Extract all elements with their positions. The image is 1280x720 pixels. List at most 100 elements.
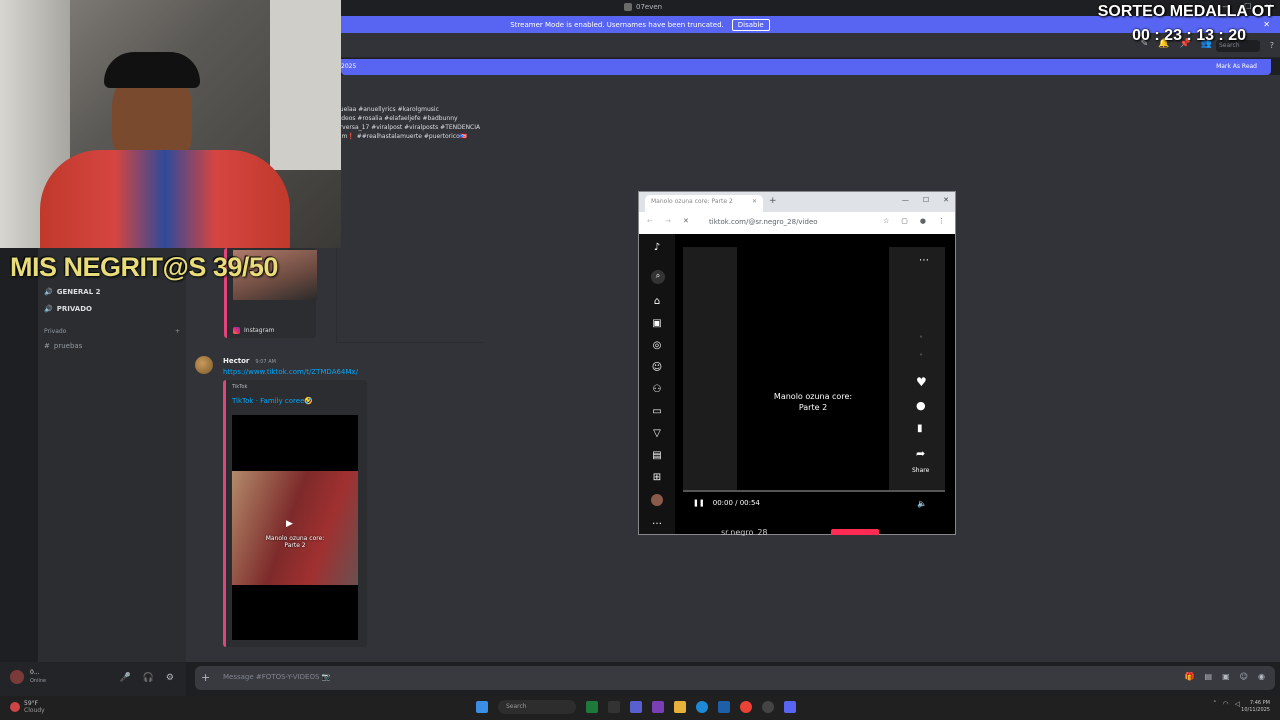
windows-taskbar: 59°F Cloudy Search ˄ ◠ ◁ 7:46 PM 10/11/2…	[0, 696, 1280, 720]
explore-icon[interactable]: ◎	[651, 340, 663, 352]
stop-icon[interactable]: ✕	[683, 217, 689, 225]
gif-icon[interactable]: ▤	[1205, 672, 1213, 681]
tab-close-icon[interactable]: ✕	[752, 198, 757, 209]
address-bar: ← → ✕ tiktok.com/@sr.negro_28/video ☆ ▢ …	[639, 212, 955, 234]
menu-icon[interactable]: ⋮	[938, 217, 945, 225]
back-icon[interactable]: ←	[647, 217, 653, 225]
follow-button[interactable]	[831, 529, 879, 535]
settings-gear-icon[interactable]: ⚙	[166, 673, 174, 683]
bookmark-icon[interactable]: ▮	[917, 423, 923, 434]
instagram-icon	[233, 327, 240, 334]
weather-widget[interactable]: 59°F Cloudy	[10, 700, 45, 714]
pause-icon[interactable]: ❚❚	[693, 499, 705, 507]
category-label: Privado	[44, 328, 67, 335]
embed-video[interactable]: ▶ Manolo ozuna core: Parte 2	[232, 415, 358, 640]
url-field[interactable]: tiktok.com/@sr.negro_28/video	[709, 218, 818, 226]
microphone-icon[interactable]: 🎤	[119, 673, 130, 683]
help-icon[interactable]: ?	[1270, 41, 1274, 50]
taskbar-search[interactable]: Search	[498, 700, 576, 714]
shop-icon[interactable]: ▣	[651, 318, 663, 330]
home-icon[interactable]: ⌂	[651, 296, 663, 308]
edge-icon[interactable]	[696, 701, 708, 713]
share-icon[interactable]: ➦	[916, 447, 925, 460]
text-channel-pruebas[interactable]: # pruebas	[44, 342, 82, 350]
speaker-tray-icon[interactable]: ◁	[1235, 700, 1240, 708]
upload-icon[interactable]: ⊞	[651, 472, 663, 484]
mark-as-read-button[interactable]: Mark As Read	[1216, 63, 1257, 70]
window-title-text: 07even	[636, 3, 663, 11]
profile-icon[interactable]: ●	[920, 217, 926, 225]
like-heart-icon[interactable]: ♥	[916, 375, 927, 389]
taskbar-clock[interactable]: 7:46 PM 10/11/2025	[1241, 700, 1270, 714]
server-rail	[0, 248, 38, 662]
volume-icon[interactable]: 🔈	[917, 499, 927, 508]
profile-avatar[interactable]	[651, 494, 663, 506]
sticker-icon[interactable]: ▣	[1222, 672, 1230, 681]
user-avatar[interactable]	[10, 670, 24, 684]
channel-label: pruebas	[53, 342, 83, 350]
voice-channel-general-2[interactable]: 🔊 GENERAL 2	[44, 288, 100, 296]
message-author[interactable]: Hector	[223, 357, 249, 365]
more-options-icon[interactable]: ⋯	[919, 255, 929, 266]
disable-button[interactable]: Disable	[731, 18, 770, 31]
user-name: 0...	[30, 669, 40, 676]
messages-icon[interactable]: ▽	[651, 428, 663, 440]
task-view-icon[interactable]	[608, 701, 620, 713]
category-privado[interactable]: Privado +	[44, 328, 180, 335]
headphones-icon[interactable]: 🎧	[143, 673, 154, 683]
obs-icon[interactable]	[762, 701, 774, 713]
more-icon[interactable]: …	[651, 516, 663, 528]
excel-icon[interactable]	[586, 701, 598, 713]
popup-maximize-button[interactable]: ☐	[923, 196, 929, 204]
apps-icon[interactable]: ◉	[1258, 672, 1265, 681]
voice-channel-privado[interactable]: 🔊 PRIVADO	[44, 305, 92, 313]
friends-icon[interactable]: ⚇	[651, 384, 663, 396]
previous-video-icon[interactable]: ˄	[919, 335, 923, 344]
following-icon[interactable]: ☺	[651, 362, 663, 374]
search-icon[interactable]: ⌕	[651, 270, 665, 284]
video-player[interactable]: Manolo ozuna core: Parte 2 ⋯ ˄ ˅ ♥ ● ▮ ➦…	[683, 247, 945, 492]
message-input[interactable]: Message #FOTOS-Y-VIDEOS 📷	[223, 673, 330, 681]
play-icon[interactable]: ▶	[286, 519, 293, 529]
next-video-icon[interactable]: ˅	[919, 353, 923, 362]
new-messages-bar[interactable]: 2025 Mark As Read	[341, 59, 1271, 75]
chrome-icon[interactable]	[740, 701, 752, 713]
store-icon[interactable]	[718, 701, 730, 713]
browser-tab[interactable]: Manolo ozuna core: Parte 2 ✕	[645, 195, 763, 212]
popup-minimize-button[interactable]: —	[902, 196, 909, 204]
popup-close-button[interactable]: ✕	[943, 196, 949, 204]
bookmark-star-icon[interactable]: ☆	[883, 217, 889, 225]
forward-icon[interactable]: →	[665, 217, 671, 225]
teams-icon[interactable]	[630, 701, 642, 713]
banner-close-icon[interactable]: ✕	[1263, 20, 1270, 29]
file-explorer-icon[interactable]	[674, 701, 686, 713]
add-channel-icon[interactable]: +	[175, 328, 180, 335]
message-composer[interactable]: + Message #FOTOS-Y-VIDEOS 📷 🎁 ▤ ▣ ☺ ◉	[195, 666, 1275, 690]
weather-temp: 59°F	[24, 700, 39, 707]
message-header: Hector 9:07 AM	[223, 357, 276, 365]
user-status: Online	[30, 678, 47, 684]
progress-bar[interactable]	[683, 490, 945, 492]
tray-chevron-icon[interactable]: ˄	[1213, 700, 1217, 708]
banner-text: Streamer Mode is enabled. Usernames have…	[510, 20, 724, 29]
emoji-icon[interactable]: ☺	[1240, 672, 1248, 681]
embed-title[interactable]: TikTok · Family coree🤣	[232, 397, 313, 405]
extensions-icon[interactable]: ▢	[901, 217, 908, 225]
avatar[interactable]	[195, 356, 213, 374]
user-panel: 0... Online 🎤 🎧 ⚙	[0, 662, 186, 696]
live-icon[interactable]: ▭	[651, 406, 663, 418]
webcam-person-body	[40, 150, 290, 248]
message-link[interactable]: https://www.tiktok.com/t/ZTMDA64Mx/	[223, 368, 358, 376]
video-username[interactable]: sr.negro_28	[721, 528, 768, 536]
new-tab-icon[interactable]: +	[769, 196, 777, 206]
tiktok-logo-icon[interactable]: ♪	[651, 242, 663, 254]
add-attachment-icon[interactable]: +	[201, 671, 210, 684]
inbox-icon[interactable]: ▤	[651, 450, 663, 462]
discord-icon[interactable]	[784, 701, 796, 713]
tiktok-embed: TikTok TikTok · Family coree🤣 ▶ Manolo o…	[223, 380, 367, 647]
start-icon[interactable]	[476, 701, 488, 713]
comment-icon[interactable]: ●	[916, 399, 926, 412]
gift-icon[interactable]: 🎁	[1185, 672, 1195, 681]
wifi-icon[interactable]: ◠	[1223, 700, 1229, 708]
onenote-icon[interactable]	[652, 701, 664, 713]
